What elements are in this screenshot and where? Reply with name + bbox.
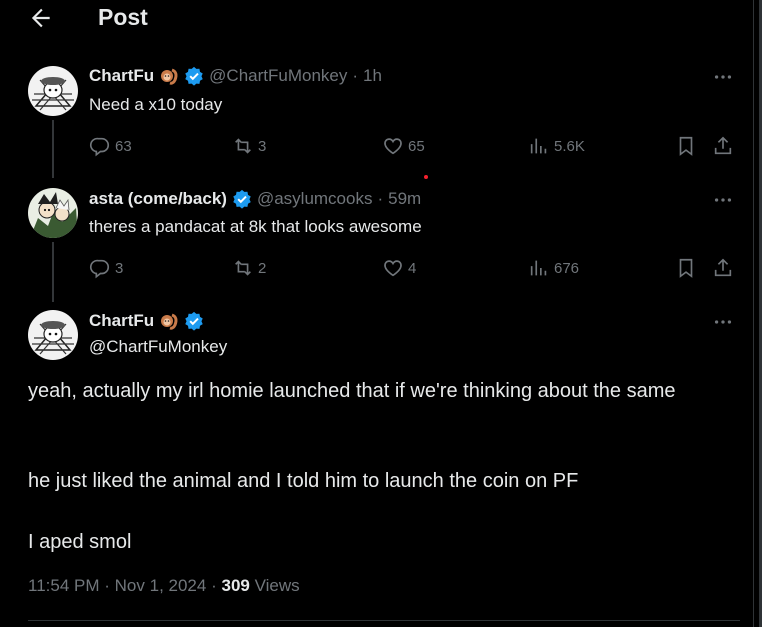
scroll-track xyxy=(753,0,754,627)
post-header: asta (come/back) @asylumcooks · 59m xyxy=(89,189,421,209)
reply-count: 63 xyxy=(115,137,132,155)
divider xyxy=(28,620,740,621)
dot-separator: · xyxy=(377,189,384,208)
analytics-icon xyxy=(530,260,547,276)
author-name[interactable]: ChartFu xyxy=(89,311,154,331)
post-header: ChartFu @ChartFuMonkey · 1h xyxy=(89,66,382,86)
views-count: 309 xyxy=(221,576,250,595)
post-time[interactable]: 1h xyxy=(363,66,382,86)
heart-icon xyxy=(384,260,402,277)
verified-badge-icon xyxy=(185,66,203,86)
post-timestamp[interactable]: 11:54 PM xyxy=(28,576,100,595)
page-title: Post xyxy=(98,4,148,30)
author-name[interactable]: asta (come/back) xyxy=(89,189,227,209)
monkey-emoji-icon xyxy=(161,68,178,85)
views-count: 5.6K xyxy=(554,137,585,155)
post-paragraph: he just liked the animal and I told him … xyxy=(28,470,579,492)
author-handle[interactable]: @asylumcooks xyxy=(257,189,373,209)
repost-button[interactable]: 2 xyxy=(232,257,266,279)
heart-icon xyxy=(384,138,402,155)
post-text: theres a pandacat at 8k that looks aweso… xyxy=(89,217,422,236)
thread-line xyxy=(52,120,54,178)
like-button[interactable]: 65 xyxy=(382,135,425,157)
author-handle[interactable]: @ChartFuMonkey xyxy=(209,66,347,86)
views-button[interactable]: 5.6K xyxy=(528,135,585,157)
post-metadata: 11:54 PM · Nov 1, 2024 · 309 Views xyxy=(28,576,300,596)
more-icon[interactable] xyxy=(712,311,734,333)
post-paragraph: I aped smol xyxy=(28,531,132,553)
post-date[interactable]: Nov 1, 2024 xyxy=(115,576,207,595)
share-icon[interactable] xyxy=(712,257,734,279)
reply-button[interactable]: 63 xyxy=(89,135,132,157)
author-name[interactable]: ChartFu xyxy=(89,66,154,86)
reply-icon xyxy=(90,259,110,279)
like-count: 4 xyxy=(408,259,417,277)
repost-count: 2 xyxy=(258,259,267,277)
repost-icon xyxy=(235,138,251,154)
avatar[interactable] xyxy=(28,310,78,360)
bookmark-icon[interactable] xyxy=(675,257,697,279)
thread-line xyxy=(52,242,54,302)
repost-count: 3 xyxy=(258,137,267,155)
author-handle[interactable]: @ChartFuMonkey xyxy=(89,337,227,357)
reply-button[interactable]: 3 xyxy=(89,257,123,279)
repost-icon xyxy=(235,260,251,276)
dot-separator: · xyxy=(104,576,110,595)
monkey-emoji-icon xyxy=(161,313,178,330)
reply-count: 3 xyxy=(115,259,124,277)
reply-icon xyxy=(90,137,110,157)
like-count: 65 xyxy=(408,137,425,155)
back-arrow-icon[interactable] xyxy=(28,5,54,31)
red-dot xyxy=(424,175,428,179)
verified-badge-icon xyxy=(185,311,203,331)
post-text: Need a x10 today xyxy=(89,95,223,114)
more-icon[interactable] xyxy=(712,189,734,211)
bookmark-icon[interactable] xyxy=(675,135,697,157)
post-header: ChartFu xyxy=(89,311,204,331)
repost-button[interactable]: 3 xyxy=(232,135,266,157)
page-header: Post xyxy=(0,0,750,40)
more-icon[interactable] xyxy=(712,66,734,88)
like-button[interactable]: 4 xyxy=(382,257,416,279)
verified-badge-icon xyxy=(233,189,251,209)
views-count: 676 xyxy=(554,259,580,277)
avatar[interactable] xyxy=(28,188,78,238)
share-icon[interactable] xyxy=(712,135,734,157)
post-paragraph: yeah, actually my irl homie launched tha… xyxy=(28,380,676,402)
avatar[interactable] xyxy=(28,66,78,116)
views-button[interactable]: 676 xyxy=(528,257,579,279)
post-time[interactable]: 59m xyxy=(388,189,421,209)
analytics-icon xyxy=(530,138,547,154)
views-label: Views xyxy=(254,576,300,595)
dot-separator: · xyxy=(211,576,217,595)
dot-separator: · xyxy=(352,66,359,85)
